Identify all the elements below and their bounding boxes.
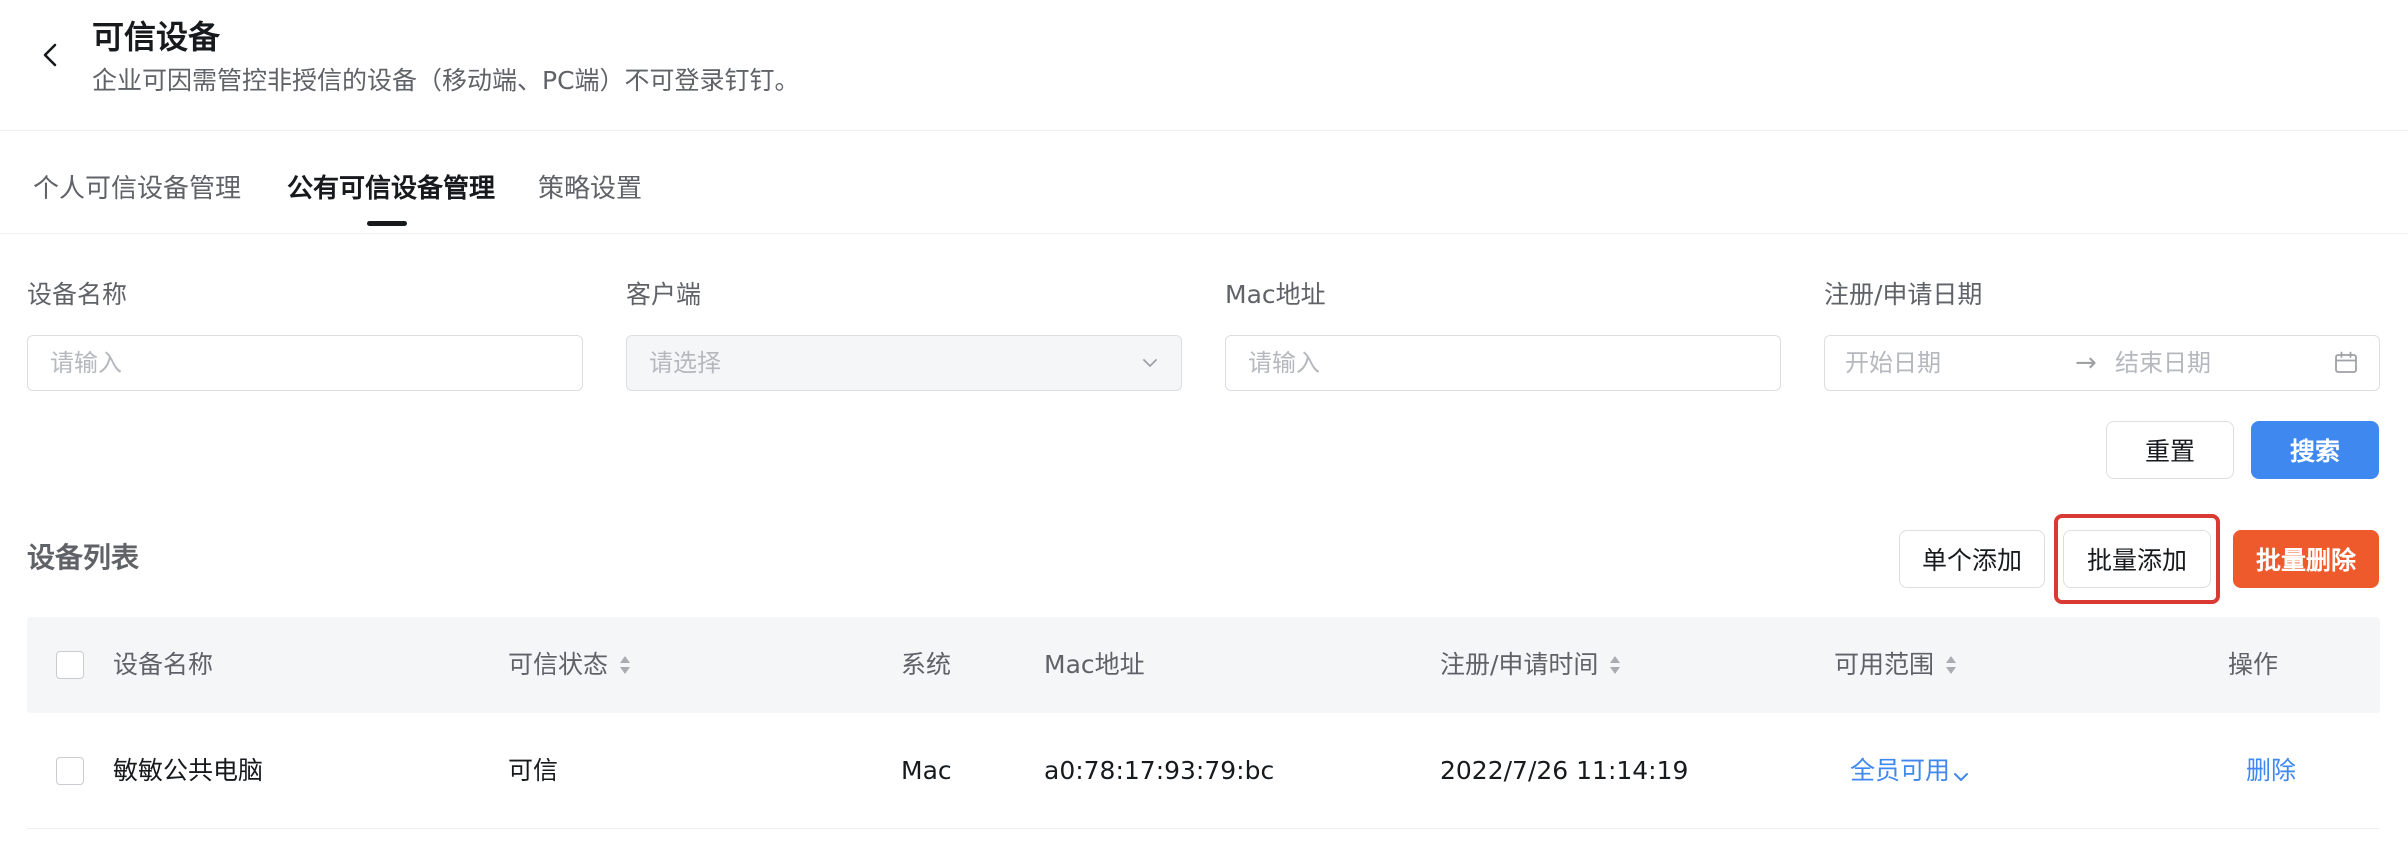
reset-button[interactable]: 重置 (2106, 421, 2234, 479)
column-header-action: 操作 (2228, 650, 2279, 679)
client-label: 客户端 (626, 280, 702, 309)
client-select[interactable]: 请选择 (626, 335, 1182, 391)
cell-time: 2022/7/26 11:14:19 (1440, 756, 1689, 785)
cell-system: Mac (901, 756, 952, 785)
tab-policy-settings[interactable]: 策略设置 (538, 171, 642, 207)
column-header-scope[interactable]: 可用范围 (1834, 648, 1958, 682)
table-header: 设备名称 可信状态 系统 Mac地址 注册/申请时间 可用范围 操作 (27, 617, 2380, 713)
sort-icon[interactable] (618, 652, 632, 676)
start-date-input[interactable]: 开始日期 (1845, 348, 1941, 378)
column-header-scope-label: 可用范围 (1834, 650, 1935, 679)
column-header-time[interactable]: 注册/申请时间 (1440, 648, 1622, 682)
sort-icon[interactable] (1608, 652, 1622, 676)
column-header-time-label: 注册/申请时间 (1440, 650, 1599, 679)
date-label: 注册/申请日期 (1824, 280, 1983, 309)
tab-bar: 个人可信设备管理 公有可信设备管理 策略设置 (0, 131, 2408, 234)
mac-field (1225, 335, 1781, 391)
device-name-label: 设备名称 (27, 280, 128, 309)
page-description: 企业可因需管控非授信的设备（移动端、PC端）不可登录钉钉。 (92, 66, 800, 95)
column-header-mac: Mac地址 (1044, 650, 1145, 679)
sort-icon[interactable] (1944, 652, 1958, 676)
scope-dropdown[interactable]: 全员可用 (1850, 754, 1970, 788)
row-checkbox[interactable] (56, 757, 84, 785)
mac-input[interactable] (1226, 336, 1780, 390)
client-select-placeholder: 请选择 (649, 349, 721, 377)
calendar-icon[interactable] (2333, 350, 2359, 376)
cell-device-name: 敏敏公共电脑 (113, 756, 264, 785)
page-title: 可信设备 (92, 18, 221, 56)
add-batch-button[interactable]: 批量添加 (2063, 530, 2211, 588)
end-date-input[interactable]: 结束日期 (2115, 348, 2211, 378)
device-name-input[interactable] (28, 336, 582, 390)
active-tab-indicator (367, 221, 407, 226)
column-header-status[interactable]: 可信状态 (508, 648, 632, 682)
column-header-status-label: 可信状态 (508, 650, 609, 679)
column-header-system: 系统 (901, 650, 952, 679)
scope-dropdown-label: 全员可用 (1850, 756, 1951, 785)
cell-status: 可信 (508, 756, 559, 785)
page-header: 可信设备 企业可因需管控非授信的设备（移动端、PC端）不可登录钉钉。 (0, 0, 2408, 131)
select-all-checkbox[interactable] (56, 651, 84, 679)
delete-batch-button[interactable]: 批量删除 (2233, 530, 2379, 588)
range-arrow-icon: → (2075, 348, 2097, 378)
cell-mac: a0:78:17:93:79:bc (1044, 756, 1275, 785)
column-header-name: 设备名称 (113, 650, 214, 679)
device-list-title: 设备列表 (27, 541, 140, 574)
back-arrow-icon[interactable] (34, 38, 68, 72)
mac-label: Mac地址 (1225, 280, 1326, 309)
tab-personal-devices[interactable]: 个人可信设备管理 (33, 171, 241, 207)
chevron-down-icon (1139, 352, 1161, 374)
date-range-picker[interactable]: 开始日期 → 结束日期 (1824, 335, 2380, 391)
tab-public-devices[interactable]: 公有可信设备管理 (287, 171, 495, 207)
delete-row-link[interactable]: 删除 (2246, 754, 2296, 788)
chevron-down-icon (1952, 761, 1970, 781)
add-single-button[interactable]: 单个添加 (1899, 530, 2045, 588)
table-row: 敏敏公共电脑 可信 Mac a0:78:17:93:79:bc 2022/7/2… (27, 713, 2380, 829)
device-name-field (27, 335, 583, 391)
search-button[interactable]: 搜索 (2251, 421, 2379, 479)
